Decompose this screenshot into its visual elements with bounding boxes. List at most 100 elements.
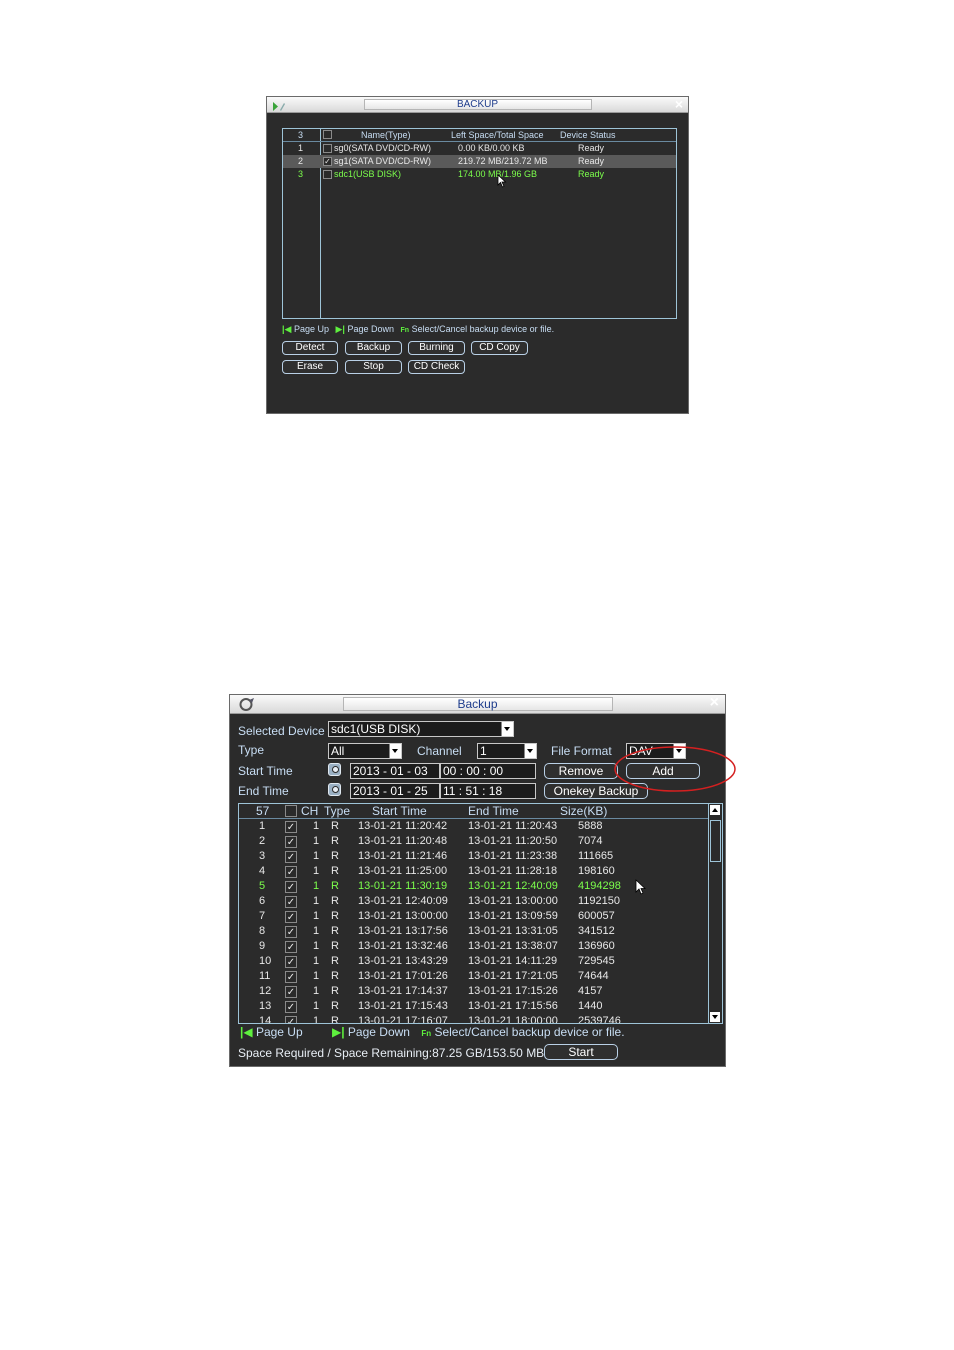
file-count: 57: [256, 804, 270, 818]
file-channel: 1: [313, 985, 320, 997]
file-row[interactable]: 3 1 R 13-01-21 11:21:46 13-01-21 11:23:38 111…: [239, 849, 708, 864]
file-end-time: 13-01-21 14:11:29: [468, 955, 558, 967]
file-row[interactable]: 4 1 R 13-01-21 11:25:00 13-01-21 11:28:18 198…: [239, 864, 708, 879]
type-value: All: [331, 744, 345, 758]
file-start-time: 13-01-21 17:14:37: [358, 985, 448, 997]
selected-device-value: sdc1(USB DISK): [331, 722, 421, 736]
end-date-field[interactable]: 2013 - 01 - 25: [350, 783, 440, 799]
file-type: R: [331, 865, 339, 877]
end-time-field[interactable]: 11 : 51 : 18: [440, 783, 536, 799]
file-row[interactable]: 9 1 R 13-01-21 13:32:46 13-01-21 13:38:07 136…: [239, 939, 708, 954]
select-all-checkbox[interactable]: [285, 805, 297, 817]
file-row[interactable]: 10 1 R 13-01-21 13:43:29 13-01-21 14:11:29 72…: [239, 954, 708, 969]
row-checkbox[interactable]: ✓: [323, 157, 332, 166]
remove-button[interactable]: Remove: [544, 763, 618, 779]
file-row[interactable]: 6 1 R 13-01-21 12:40:09 13-01-21 13:00:00 119…: [239, 894, 708, 909]
file-start-time: 13-01-21 12:40:09: [358, 895, 448, 907]
backup-button[interactable]: Backup: [345, 341, 402, 355]
row-checkbox[interactable]: ✓: [285, 971, 297, 983]
file-row[interactable]: 11 1 R 13-01-21 17:01:26 13-01-21 17:21:05 74…: [239, 969, 708, 984]
file-channel: 1: [313, 880, 320, 892]
device-status: Ready: [578, 143, 605, 153]
chevron-down-icon: [389, 744, 401, 758]
file-type: R: [331, 955, 339, 967]
row-checkbox[interactable]: ✓: [285, 881, 297, 893]
file-row[interactable]: 12 1 R 13-01-21 17:14:37 13-01-21 17:15:26 41…: [239, 984, 708, 999]
file-row[interactable]: 1 1 R 13-01-21 11:20:42 13-01-21 11:20:43 588…: [239, 819, 708, 834]
erase-button[interactable]: Erase: [282, 360, 338, 374]
file-channel: 1: [313, 895, 320, 907]
cd-check-button[interactable]: CD Check: [408, 360, 465, 374]
row-checkbox[interactable]: ✓: [285, 1001, 297, 1013]
file-channel: 1: [313, 1000, 320, 1012]
page-down-icon: ▶|: [335, 324, 345, 334]
row-checkbox[interactable]: [323, 170, 332, 179]
scroll-thumb[interactable]: [710, 820, 721, 862]
file-size: 7074: [578, 835, 603, 847]
row-checkbox[interactable]: ✓: [285, 941, 297, 953]
fn-key-icon: Fn: [400, 327, 410, 334]
burning-button[interactable]: Burning: [408, 341, 465, 355]
channel-select[interactable]: 1: [477, 743, 537, 759]
row-checkbox[interactable]: ✓: [285, 956, 297, 968]
page-up-label: Page Up: [255, 1025, 303, 1039]
calendar-clock-icon[interactable]: [328, 763, 341, 776]
row-checkbox[interactable]: ✓: [285, 896, 297, 908]
row-checkbox[interactable]: ✓: [285, 926, 297, 938]
header-status: Device Status: [560, 130, 616, 140]
start-time-field[interactable]: 00 : 00 : 00: [440, 763, 536, 779]
row-checkbox[interactable]: ✓: [285, 911, 297, 923]
file-number: 10: [259, 955, 272, 967]
device-name: sg1(SATA DVD/CD-RW): [334, 156, 432, 166]
select-cancel-hint: Select/Cancel backup device or file.: [411, 324, 555, 334]
close-icon[interactable]: ×: [710, 694, 719, 712]
file-row[interactable]: 14 1 R 13-01-21 17:16:07 13-01-21 18:00:00 25…: [239, 1014, 708, 1024]
scroll-up-arrow-icon[interactable]: [710, 805, 720, 815]
file-start-time: 13-01-21 11:21:46: [358, 850, 448, 862]
file-end-time: 13-01-21 11:20:50: [468, 835, 558, 847]
close-icon[interactable]: ×: [675, 96, 683, 112]
device-row[interactable]: 1 sg0(SATA DVD/CD-RW) 0.00 KB/0.00 KB Ready: [283, 142, 676, 155]
file-type: R: [331, 940, 339, 952]
row-checkbox[interactable]: [323, 144, 332, 153]
file-row[interactable]: 8 1 R 13-01-21 13:17:56 13-01-21 13:31:05 341…: [239, 924, 708, 939]
start-button[interactable]: Start: [544, 1044, 618, 1060]
calendar-clock-icon[interactable]: [328, 783, 341, 796]
file-number: 14: [259, 1015, 272, 1024]
fn-key-icon: Fn: [421, 1029, 432, 1038]
type-select[interactable]: All: [328, 743, 402, 759]
header-space: Left Space/Total Space: [451, 130, 544, 140]
file-end-time: 13-01-21 11:20:43: [468, 820, 558, 832]
device-row[interactable]: 3 sdc1(USB DISK) 174.00 MB/1.96 GB Ready: [283, 168, 676, 181]
detect-button[interactable]: Detect: [282, 341, 338, 355]
row-checkbox[interactable]: ✓: [285, 866, 297, 878]
row-checkbox[interactable]: ✓: [285, 1016, 297, 1023]
file-row[interactable]: 13 1 R 13-01-21 17:15:43 13-01-21 17:15:56 14…: [239, 999, 708, 1014]
device-space: 219.72 MB/219.72 MB: [458, 156, 548, 166]
selected-device-select[interactable]: sdc1(USB DISK): [328, 721, 514, 737]
page-up-label: Page Up: [293, 324, 329, 334]
file-number: 2: [259, 835, 266, 847]
scroll-down-arrow-icon[interactable]: [710, 1012, 720, 1022]
header-type: Type: [324, 804, 351, 818]
row-checkbox[interactable]: ✓: [285, 836, 297, 848]
row-checkbox[interactable]: ✓: [285, 821, 297, 833]
file-row[interactable]: 7 1 R 13-01-21 13:00:00 13-01-21 13:09:59 600…: [239, 909, 708, 924]
stop-button[interactable]: Stop: [345, 360, 402, 374]
device-row[interactable]: 2 sg1(SATA DVD/CD-RW) 219.72 MB/219.72 MB R…: [283, 155, 676, 168]
file-type: R: [331, 985, 339, 997]
end-time-value: 11 : 51 : 18: [443, 784, 503, 798]
start-date-field[interactable]: 2013 - 01 - 03: [350, 763, 440, 779]
file-row[interactable]: 2 1 R 13-01-21 11:20:48 13-01-21 11:20:50 707…: [239, 834, 708, 849]
header-end-time: End Time: [468, 804, 519, 818]
scrollbar[interactable]: [708, 804, 722, 1023]
cd-copy-button[interactable]: CD Copy: [471, 341, 528, 355]
row-checkbox[interactable]: ✓: [285, 986, 297, 998]
file-type: R: [331, 835, 339, 847]
file-size: 4157: [578, 985, 603, 997]
header-ch: CH: [301, 804, 319, 818]
select-all-checkbox[interactable]: [323, 130, 332, 139]
file-channel: 1: [313, 970, 320, 982]
file-number: 13: [259, 1000, 272, 1012]
row-checkbox[interactable]: ✓: [285, 851, 297, 863]
